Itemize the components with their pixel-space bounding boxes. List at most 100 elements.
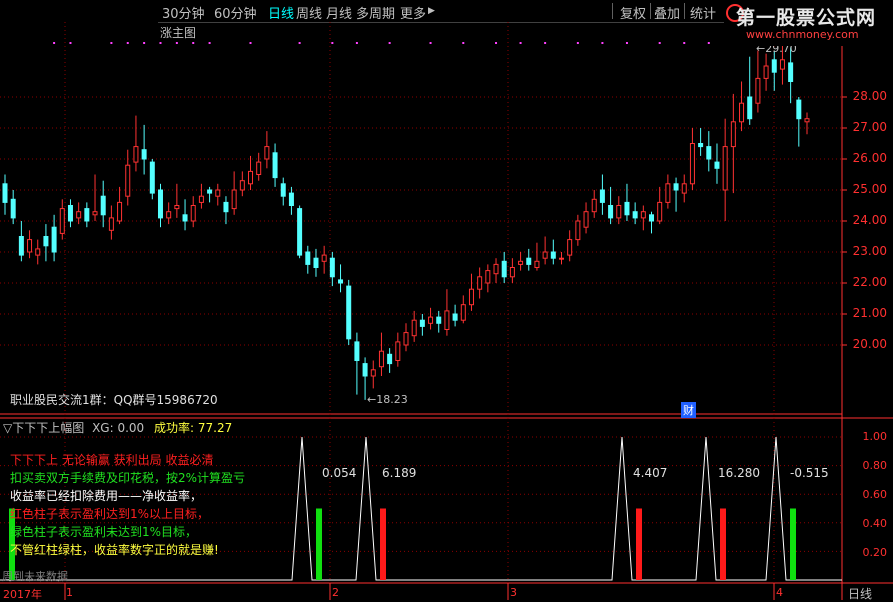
marker-dot [601,42,604,44]
candle-body [771,59,777,73]
candle-body [354,341,360,361]
profit-bar [720,508,726,580]
note-line: 绿色柱子表示盈利未达到1%目标， [10,525,198,539]
candle-body [174,205,180,210]
candle-body [477,276,483,290]
candle-body [591,198,597,213]
candle-body [501,260,507,278]
marker-dot [707,42,710,44]
indicator-collapse-icon[interactable]: ▽ [3,421,12,435]
candle-body [231,189,237,210]
marker-dot [683,42,686,44]
indicator-title: 下下下上幅图 [12,421,85,435]
qq-group-text: 职业股民交流1群：QQ群号15986720 [10,393,218,407]
top-marker-dots [53,42,792,44]
candle-body [59,208,65,234]
candle-body [133,146,139,163]
candle-body [599,189,605,203]
candle-body [125,164,131,197]
candle-body [788,62,794,83]
candle-body [419,319,425,327]
candle-body [722,146,728,191]
candle-body [747,96,753,120]
note-line: 下下下上 无论输赢 获利出局 收益必清 [10,453,214,467]
marker-dot [429,42,432,44]
candle-body [338,279,344,284]
candle-body [182,214,188,222]
candle-body [190,205,196,222]
marker-dot [126,42,129,44]
candle-body [67,205,73,222]
marker-dot [298,42,301,44]
candle-body [485,270,491,284]
success-rate: 成功率: 77.27 [154,421,233,435]
candle-body [428,316,434,324]
candle-body [665,183,671,203]
price-tick: 23.00 [852,244,887,258]
price-tick: 21.00 [852,306,887,320]
candle-body [804,118,810,123]
spike-value: -0.515 [790,466,829,480]
indicator-tick: 0.20 [862,546,888,559]
candle-body [387,353,393,365]
marker-dot [519,42,522,44]
candle-body [706,146,712,160]
candle-body [76,211,82,219]
candle-body [264,146,270,160]
candle-body [567,239,573,256]
candle-body [313,257,319,269]
main-chart-title: 涨主图 [160,26,197,40]
candle-body [215,189,221,197]
candle-body [730,121,736,148]
candle-body [10,198,16,219]
period-tag[interactable]: 日线 [848,585,872,602]
logo-url: www.chnmoney.com [746,28,859,41]
month-label: 2 [332,586,339,599]
candle-body [542,251,548,259]
candle-body [550,251,556,259]
marker-dot [143,42,146,44]
logo-title: 第一股票公式网 [736,7,877,29]
marker-dot [53,42,56,44]
candle-body [411,319,417,337]
candle-body [223,201,229,213]
candle-body [624,201,630,216]
spike-value: 4.407 [633,466,668,480]
candle-body [35,248,41,256]
candle-body [378,350,384,368]
spike-value: 16.280 [718,466,760,480]
candle-body [779,59,785,70]
candle-body [509,267,515,278]
price-tick: 27.00 [852,120,887,134]
candle-body [280,183,286,197]
candle-body [51,226,57,253]
candle-body [149,161,155,194]
candle-body [272,152,278,179]
note-line: 收益率已经扣除费用——净收益率， [10,489,203,503]
candle-body [673,183,679,191]
marker-dot [544,42,547,44]
finance-badge[interactable]: 财 [681,402,696,418]
price-tick: 26.00 [852,151,887,165]
candle-body [558,257,564,260]
marker-dot [658,42,661,44]
marker-dot [355,42,358,44]
candle-body [141,149,147,160]
indicator-tick: 1.00 [862,430,888,443]
note-line: 红色柱子表示盈利达到1%以上目标， [10,507,210,521]
candle-body [681,183,687,194]
month-label: 1 [66,586,73,599]
marker-dot [495,42,498,44]
candle-body [198,195,204,203]
marker-dot [576,42,579,44]
candle-body [92,211,98,216]
xg-value: XG: 0.00 [92,421,145,435]
price-tick: 28.00 [852,89,887,103]
candle-body [436,316,442,324]
candlestick-series [2,44,810,400]
candle-body [321,254,327,262]
candle-body [689,143,695,185]
indicator-header: ▽下下下上幅图 XG: 0.00 成功率: 77.27 [3,419,232,436]
month-label: 4 [776,586,783,599]
candle-body [608,205,614,219]
